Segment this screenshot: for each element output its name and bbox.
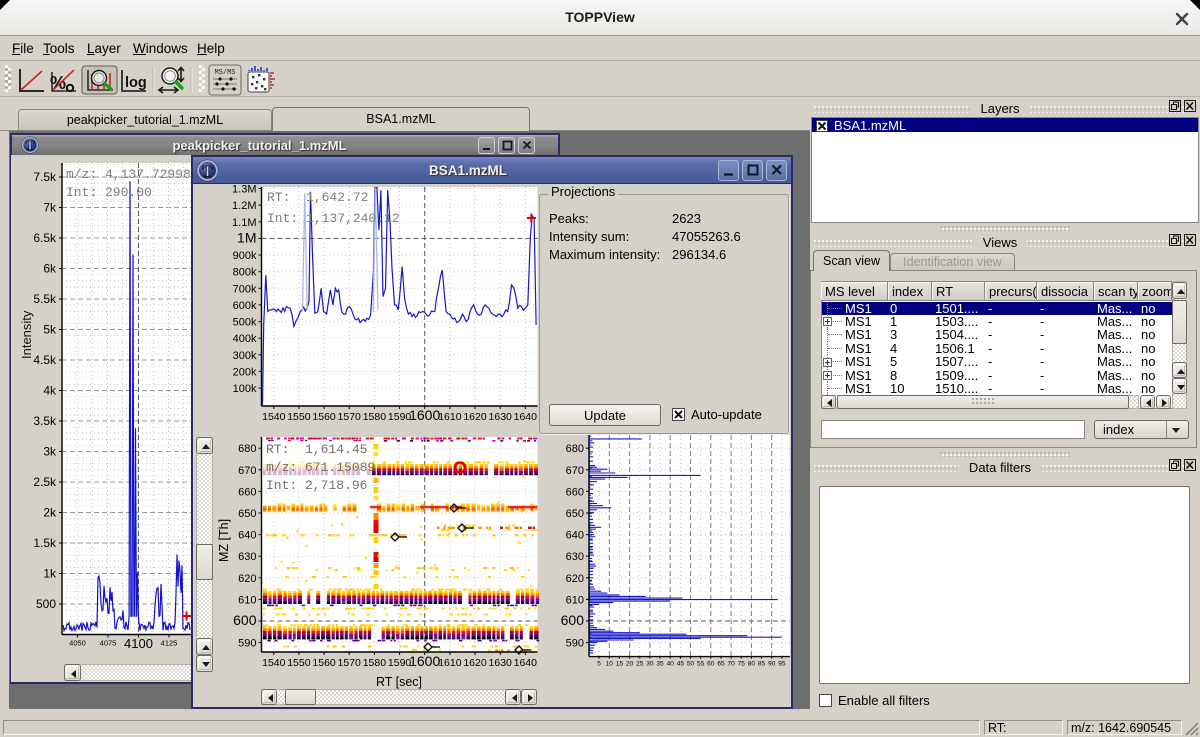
svg-text:300k: 300k xyxy=(233,350,257,362)
svg-text:20: 20 xyxy=(626,661,634,668)
svg-text:70: 70 xyxy=(727,661,735,668)
svg-text:600: 600 xyxy=(233,612,257,628)
svg-text:1540: 1540 xyxy=(262,411,286,423)
svg-text:400k: 400k xyxy=(233,333,257,345)
svg-text:65: 65 xyxy=(717,661,725,668)
svg-text:500k: 500k xyxy=(233,317,257,329)
svg-text:200k: 200k xyxy=(233,366,257,378)
svg-text:m/z: 671.15089: m/z: 671.15089 xyxy=(266,460,375,475)
svg-text:590: 590 xyxy=(566,638,584,650)
svg-text:1590: 1590 xyxy=(388,411,412,423)
svg-text:1640: 1640 xyxy=(514,411,538,423)
svg-text:50: 50 xyxy=(687,661,695,668)
svg-text:640: 640 xyxy=(238,530,256,542)
svg-text:1M: 1M xyxy=(237,229,256,245)
svg-text:1580: 1580 xyxy=(363,411,387,423)
svg-text:660: 660 xyxy=(238,486,256,498)
svg-text:1620: 1620 xyxy=(463,411,487,423)
svg-text:1570: 1570 xyxy=(338,411,362,423)
svg-text:1.1M: 1.1M xyxy=(232,217,256,229)
svg-text:Int: 2,718.96: Int: 2,718.96 xyxy=(266,478,367,493)
svg-text:610: 610 xyxy=(238,594,256,606)
svg-text:610: 610 xyxy=(566,594,584,606)
svg-text:1550: 1550 xyxy=(287,411,311,423)
svg-text:RT [sec]: RT [sec] xyxy=(376,675,422,689)
svg-text:1610: 1610 xyxy=(438,411,462,423)
svg-text:620: 620 xyxy=(566,573,584,585)
svg-text:45: 45 xyxy=(677,661,685,668)
svg-text:1600: 1600 xyxy=(409,407,440,423)
svg-text:1560: 1560 xyxy=(312,657,336,669)
svg-text:680: 680 xyxy=(566,443,584,455)
svg-text:670: 670 xyxy=(566,465,584,477)
svg-text:55: 55 xyxy=(697,661,705,668)
svg-text:5: 5 xyxy=(597,661,601,668)
svg-text:670: 670 xyxy=(238,465,256,477)
svg-text:90: 90 xyxy=(768,661,776,668)
svg-text:1580: 1580 xyxy=(363,657,387,669)
svg-text:25: 25 xyxy=(636,661,644,668)
svg-text:1590: 1590 xyxy=(388,657,412,669)
svg-text:680: 680 xyxy=(238,443,256,455)
svg-text:1550: 1550 xyxy=(287,657,311,669)
svg-text:800k: 800k xyxy=(233,267,257,279)
svg-text:1640: 1640 xyxy=(514,657,538,669)
svg-text:1560: 1560 xyxy=(312,411,336,423)
svg-text:100k: 100k xyxy=(233,383,257,395)
svg-text:700k: 700k xyxy=(233,283,257,295)
svg-text:600: 600 xyxy=(561,612,585,628)
svg-text:1.2M: 1.2M xyxy=(232,200,256,212)
svg-text:85: 85 xyxy=(758,661,766,668)
svg-text:RT: 1,614.45: RT: 1,614.45 xyxy=(266,442,367,457)
svg-text:Int: 1,137,240.12: Int: 1,137,240.12 xyxy=(267,211,400,226)
svg-text:900k: 900k xyxy=(233,250,257,262)
svg-text:630: 630 xyxy=(238,551,256,563)
svg-text:80: 80 xyxy=(748,661,756,668)
svg-text:RT: 1,642.72: RT: 1,642.72 xyxy=(267,190,368,205)
svg-text:75: 75 xyxy=(738,661,746,668)
svg-text:1540: 1540 xyxy=(262,657,286,669)
svg-text:660: 660 xyxy=(566,486,584,498)
svg-text:1620: 1620 xyxy=(463,657,487,669)
svg-text:40: 40 xyxy=(667,661,675,668)
svg-text:1.3M: 1.3M xyxy=(232,184,256,196)
svg-text:15: 15 xyxy=(616,661,624,668)
svg-text:600k: 600k xyxy=(233,300,257,312)
svg-text:35: 35 xyxy=(656,661,664,668)
svg-text:1570: 1570 xyxy=(338,657,362,669)
svg-text:95: 95 xyxy=(778,661,786,668)
svg-text:30: 30 xyxy=(646,661,654,668)
svg-text:630: 630 xyxy=(566,551,584,563)
svg-text:650: 650 xyxy=(238,508,256,520)
svg-text:1630: 1630 xyxy=(489,657,513,669)
svg-text:10: 10 xyxy=(606,661,614,668)
svg-text:590: 590 xyxy=(238,638,256,650)
svg-text:640: 640 xyxy=(566,530,584,542)
svg-text:1630: 1630 xyxy=(489,411,513,423)
svg-text:620: 620 xyxy=(238,573,256,585)
svg-text:60: 60 xyxy=(707,661,715,668)
svg-text:650: 650 xyxy=(566,508,584,520)
svg-text:1610: 1610 xyxy=(438,657,462,669)
svg-text:1600: 1600 xyxy=(409,653,440,669)
